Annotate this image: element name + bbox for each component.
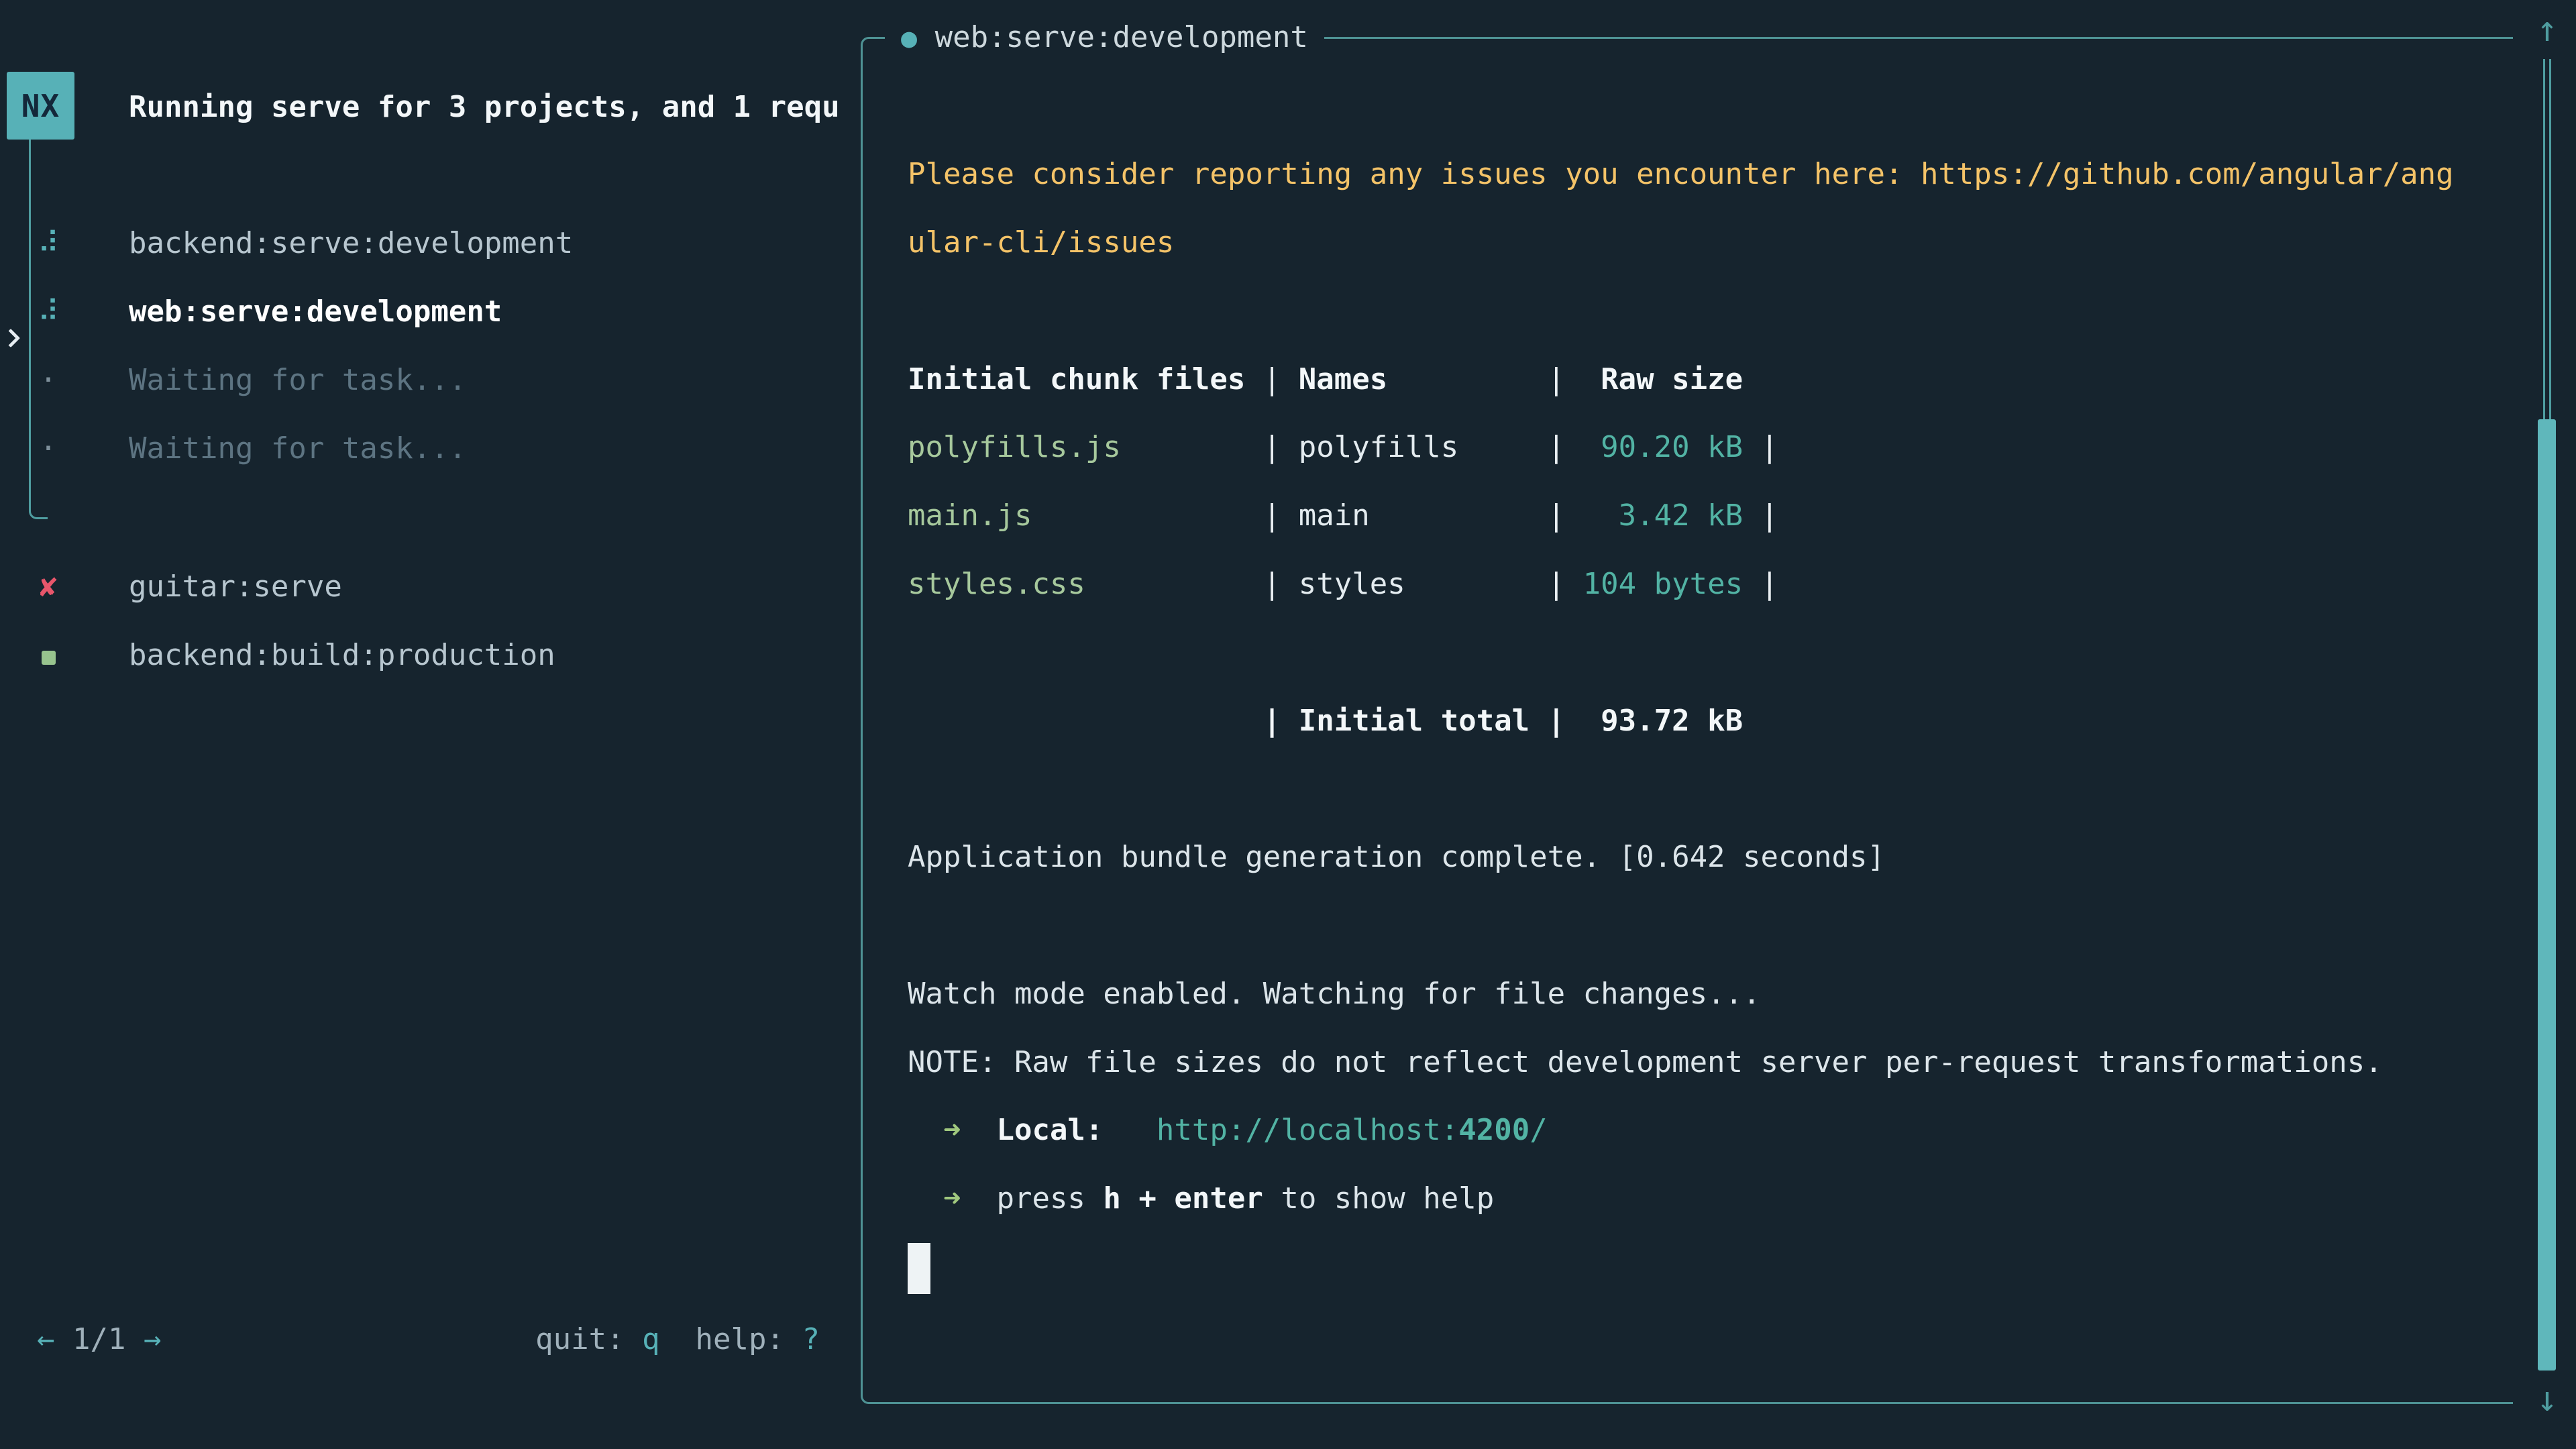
terminal-cursor (908, 1243, 930, 1294)
quit-key: q (642, 1322, 660, 1356)
panel-header: ● web:serve:development (885, 7, 1324, 68)
scrollbar-thumb[interactable] (2538, 419, 2556, 1371)
scroll-down-arrow-icon[interactable]: ↓ (2531, 1375, 2563, 1424)
help-shortcut-line: ➜ press h + enter to show help (908, 1165, 1494, 1233)
help-key: ? (802, 1322, 820, 1356)
arrow-icon: ➜ (943, 1113, 961, 1147)
warning-line-1: Please consider reporting any issues you… (908, 140, 2454, 209)
scroll-up-arrow-icon[interactable]: ↑ (2531, 5, 2563, 54)
sidebar-title: Running serve for 3 projects, and 1 requ (129, 73, 860, 142)
bundle-complete-message: Application bundle generation complete. … (908, 823, 1885, 892)
localhost-link[interactable]: http://localhost: (1157, 1113, 1458, 1147)
keyboard-hints: quit: q help: ? (0, 1305, 820, 1374)
chunk-table-row: polyfills.js | polyfills | 90.20 kB | (908, 413, 1778, 482)
pending-dot-icon: · (35, 346, 62, 415)
success-square-icon (35, 621, 62, 690)
arrow-icon: ➜ (943, 1181, 961, 1216)
pending-dot-icon: · (35, 415, 62, 483)
help-keys: h + enter (1103, 1181, 1263, 1216)
task-label: Waiting for task... (129, 346, 466, 415)
failed-cross-icon: ✘ (35, 553, 62, 621)
task-row-waiting-1[interactable]: · Waiting for task... (0, 346, 861, 415)
note-message: NOTE: Raw file sizes do not reflect deve… (908, 1028, 2383, 1097)
localhost-port[interactable]: 4200 (1458, 1113, 1529, 1147)
task-label: backend:serve:development (129, 209, 573, 278)
task-label: guitar:serve (129, 553, 342, 621)
scrollbar-track[interactable] (2543, 59, 2551, 419)
local-label: Local: (996, 1113, 1103, 1147)
help-hint-label: help: (696, 1322, 802, 1356)
task-row-backend-build[interactable]: backend:build:production (0, 621, 861, 690)
spinner-icon: ⠼ (35, 278, 62, 346)
quit-hint-label: quit: (535, 1322, 642, 1356)
task-row-waiting-2[interactable]: · Waiting for task... (0, 415, 861, 483)
task-row-guitar-serve[interactable]: ✘ guitar:serve (0, 553, 861, 621)
nx-logo: NX (7, 72, 74, 140)
task-row-backend-serve[interactable]: ⠼ backend:serve:development (0, 209, 861, 278)
running-bullet-icon: ● (901, 23, 917, 54)
chunk-table-row: main.js | main | 3.42 kB | (908, 482, 1778, 550)
task-label: web:serve:development (129, 278, 502, 346)
local-url-line: ➜ Local: http://localhost:4200/ (908, 1096, 1548, 1165)
initial-total-row: | Initial total | 93.72 kB (908, 687, 1743, 755)
task-label: backend:build:production (129, 621, 555, 690)
spinner-icon: ⠼ (35, 209, 62, 278)
chunk-table-row: styles.css | styles | 104 bytes | (908, 550, 1778, 619)
watch-mode-message: Watch mode enabled. Watching for file ch… (908, 960, 1761, 1028)
task-label: Waiting for task... (129, 415, 466, 483)
warning-line-2: ular-cli/issues (908, 209, 1174, 277)
chunk-table-header: Initial chunk files | Names | Raw size (908, 345, 1743, 414)
task-row-web-serve[interactable]: ⠼ web:serve:development (0, 278, 861, 346)
panel-title: web:serve:development (917, 20, 1308, 54)
